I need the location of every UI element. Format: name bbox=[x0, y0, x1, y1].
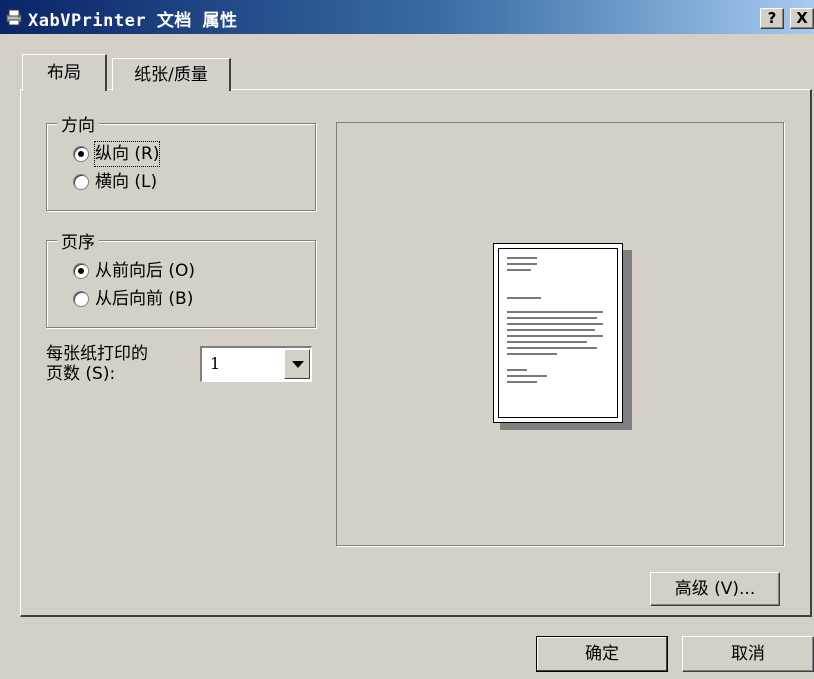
preview-line bbox=[507, 311, 603, 313]
preview-line bbox=[507, 263, 537, 265]
preview-line bbox=[507, 323, 603, 325]
tab-paper-quality[interactable]: 纸张/质量 bbox=[112, 58, 231, 91]
radio-back-to-front-label: 从后向前 (B) bbox=[95, 289, 194, 309]
preview-line bbox=[507, 257, 537, 259]
preview-line bbox=[507, 335, 603, 337]
orientation-group: 方向 纵向 (R) 横向 (L) bbox=[46, 111, 316, 211]
orientation-title: 方向 bbox=[57, 111, 99, 136]
radio-landscape-label: 横向 (L) bbox=[95, 172, 158, 192]
preview-line bbox=[507, 297, 541, 299]
radio-portrait-label: 纵向 (R) bbox=[93, 141, 161, 167]
radio-button[interactable] bbox=[73, 174, 89, 190]
title-bar: XabVPrinter 文档 属性 ? X bbox=[0, 0, 814, 34]
chevron-down-icon bbox=[292, 361, 304, 368]
preview-line bbox=[507, 381, 537, 383]
dropdown-button[interactable] bbox=[284, 349, 310, 379]
preview-line bbox=[507, 347, 597, 349]
window-title: XabVPrinter 文档 属性 bbox=[28, 11, 238, 31]
preview-line bbox=[507, 353, 557, 355]
preview-line bbox=[507, 269, 531, 271]
radio-button[interactable] bbox=[73, 291, 89, 307]
preview-line bbox=[507, 329, 595, 331]
radio-button[interactable] bbox=[73, 146, 89, 162]
cancel-button[interactable]: 取消 bbox=[682, 636, 814, 672]
radio-button[interactable] bbox=[73, 263, 89, 279]
pages-per-sheet-label: 每张纸打印的 页数 (S): bbox=[46, 344, 148, 384]
ok-button[interactable]: 确定 bbox=[536, 636, 668, 672]
pages-per-sheet-value: 1 bbox=[210, 354, 221, 373]
close-button[interactable]: X bbox=[790, 8, 814, 29]
help-button[interactable]: ? bbox=[760, 8, 784, 29]
preview-line bbox=[507, 341, 587, 343]
tab-layout[interactable]: 布局 bbox=[22, 54, 107, 91]
radio-front-to-back-label: 从前向后 (O) bbox=[95, 261, 196, 281]
preview-line bbox=[507, 369, 527, 371]
pages-per-sheet-label-line2: 页数 (S): bbox=[46, 364, 116, 384]
preview-line bbox=[507, 375, 547, 377]
page-order-title: 页序 bbox=[57, 228, 99, 253]
page-order-group: 页序 从前向后 (O) 从后向前 (B) bbox=[46, 228, 316, 328]
page-preview-border bbox=[498, 248, 618, 418]
pages-per-sheet-label-line1: 每张纸打印的 bbox=[46, 344, 148, 364]
pages-per-sheet-select[interactable]: 1 bbox=[200, 346, 312, 382]
advanced-button[interactable]: 高级 (V)... bbox=[650, 572, 780, 606]
printer-icon bbox=[6, 9, 22, 26]
preview-line bbox=[507, 317, 597, 319]
page-preview bbox=[493, 243, 623, 423]
